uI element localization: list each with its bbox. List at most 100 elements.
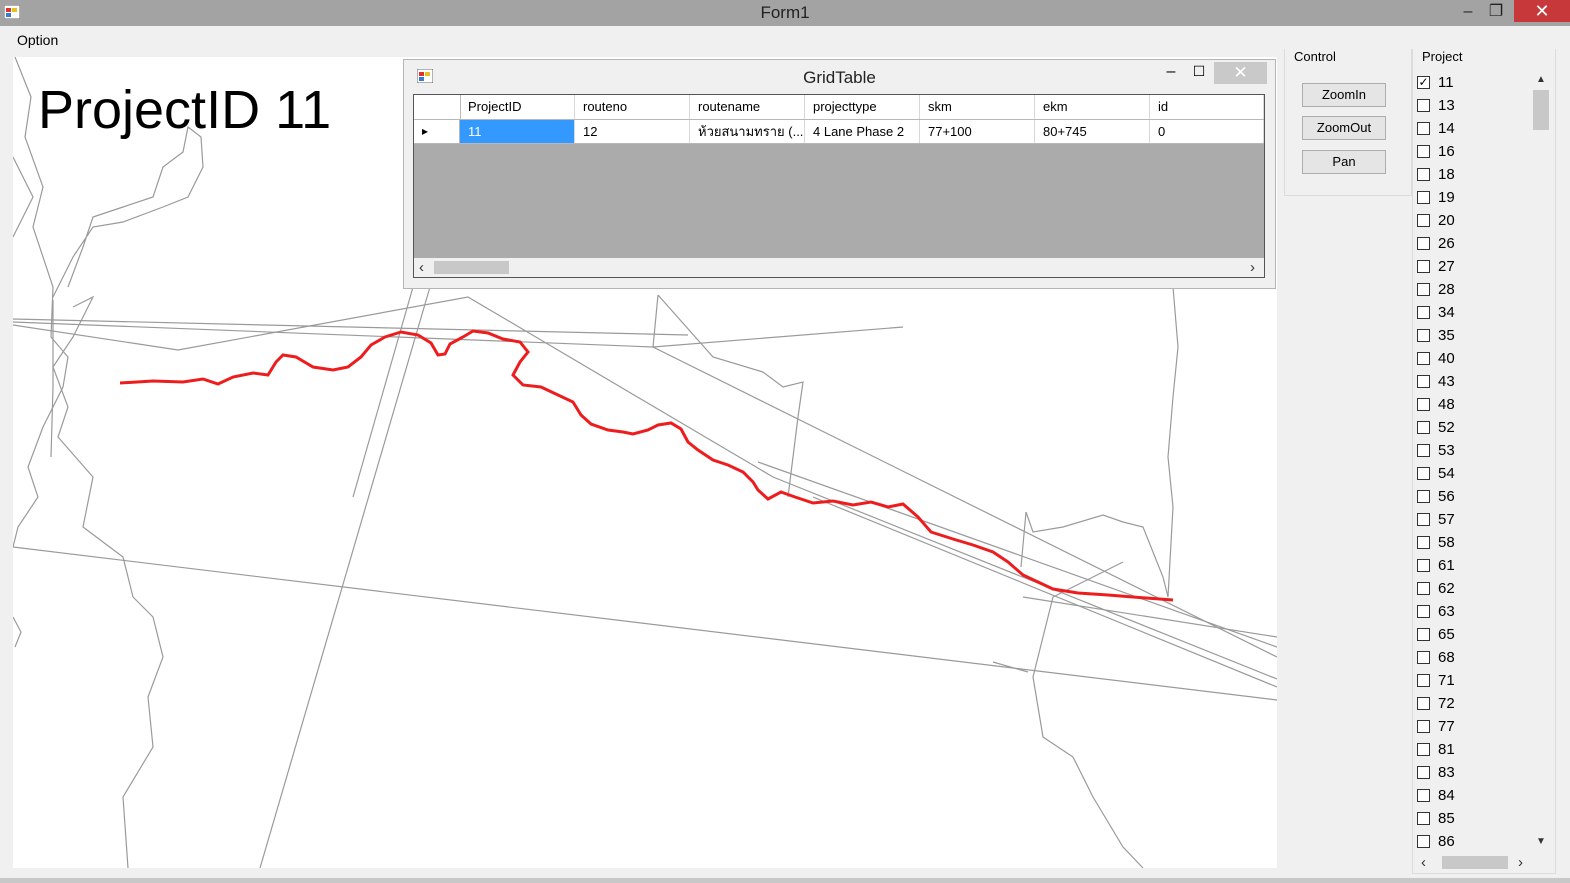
gridtable-minimize-button[interactable]: – — [1162, 63, 1180, 83]
pan-button[interactable]: Pan — [1302, 150, 1386, 174]
project-item-48[interactable]: 48 — [1416, 394, 1526, 416]
data-grid[interactable]: ProjectID routeno routename projecttype … — [413, 94, 1265, 278]
project-item-63[interactable]: 63 — [1416, 601, 1526, 623]
checkbox[interactable]: ✓ — [1417, 76, 1430, 89]
project-item-40[interactable]: 40 — [1416, 348, 1526, 370]
gridtable-maximize-button[interactable]: ☐ — [1190, 63, 1208, 83]
column-header[interactable]: routename — [690, 95, 805, 119]
checkbox[interactable] — [1417, 421, 1430, 434]
checkbox[interactable] — [1417, 513, 1430, 526]
checkbox[interactable] — [1417, 628, 1430, 641]
project-item-65[interactable]: 65 — [1416, 624, 1526, 646]
table-row[interactable]: ▸ 11 12 ห้วยสนามทราย (... 4 Lane Phase 2… — [414, 120, 1264, 144]
project-item-68[interactable]: 68 — [1416, 647, 1526, 669]
checkbox[interactable] — [1417, 283, 1430, 296]
project-item-61[interactable]: 61 — [1416, 555, 1526, 577]
scroll-right-icon[interactable]: › — [1518, 854, 1523, 871]
checkbox[interactable] — [1417, 444, 1430, 457]
column-header[interactable]: id — [1150, 95, 1264, 119]
zoom-out-button[interactable]: ZoomOut — [1302, 116, 1386, 140]
checkbox[interactable] — [1417, 559, 1430, 572]
project-item-11[interactable]: ✓ 11 — [1416, 72, 1526, 94]
checkbox[interactable] — [1417, 743, 1430, 756]
project-item-26[interactable]: 26 — [1416, 233, 1526, 255]
gridtable-close-button[interactable]: ✕ — [1214, 62, 1267, 84]
project-item-16[interactable]: 16 — [1416, 141, 1526, 163]
checkbox[interactable] — [1417, 651, 1430, 664]
row-pointer[interactable]: ▸ — [414, 120, 460, 143]
table-cell[interactable]: 77+100 — [920, 120, 1035, 143]
project-item-85[interactable]: 85 — [1416, 808, 1526, 830]
column-header[interactable]: projecttype — [805, 95, 920, 119]
project-item-72[interactable]: 72 — [1416, 693, 1526, 715]
project-horizontal-scrollbar[interactable]: ‹ › — [1416, 853, 1530, 872]
scroll-up-icon[interactable]: ▲ — [1536, 74, 1546, 85]
column-header[interactable]: ProjectID — [460, 95, 575, 119]
scroll-thumb[interactable] — [434, 261, 509, 274]
column-header[interactable]: ekm — [1035, 95, 1150, 119]
project-item-43[interactable]: 43 — [1416, 371, 1526, 393]
scroll-left-icon[interactable]: ‹ — [419, 259, 424, 276]
checkbox[interactable] — [1417, 697, 1430, 710]
project-item-20[interactable]: 20 — [1416, 210, 1526, 232]
project-item-86[interactable]: 86 — [1416, 831, 1526, 852]
scroll-thumb[interactable] — [1442, 856, 1508, 869]
project-item-83[interactable]: 83 — [1416, 762, 1526, 784]
project-item-84[interactable]: 84 — [1416, 785, 1526, 807]
checkbox[interactable] — [1417, 766, 1430, 779]
project-item-19[interactable]: 19 — [1416, 187, 1526, 209]
checkbox[interactable] — [1417, 812, 1430, 825]
minimize-button[interactable]: – — [1454, 0, 1482, 24]
checkbox[interactable] — [1417, 122, 1430, 135]
checkbox[interactable] — [1417, 191, 1430, 204]
table-cell[interactable]: 0 — [1150, 120, 1264, 143]
checkbox[interactable] — [1417, 145, 1430, 158]
project-item-52[interactable]: 52 — [1416, 417, 1526, 439]
checkbox[interactable] — [1417, 329, 1430, 342]
project-item-27[interactable]: 27 — [1416, 256, 1526, 278]
checkbox[interactable] — [1417, 352, 1430, 365]
checkbox[interactable] — [1417, 306, 1430, 319]
project-item-53[interactable]: 53 — [1416, 440, 1526, 462]
project-item-13[interactable]: 13 — [1416, 95, 1526, 117]
project-item-18[interactable]: 18 — [1416, 164, 1526, 186]
table-cell[interactable]: ห้วยสนามทราย (... — [690, 120, 805, 143]
project-item-54[interactable]: 54 — [1416, 463, 1526, 485]
scroll-left-icon[interactable]: ‹ — [1421, 854, 1426, 871]
project-item-57[interactable]: 57 — [1416, 509, 1526, 531]
grid-horizontal-scrollbar[interactable]: ‹ › — [414, 258, 1264, 277]
checkbox[interactable] — [1417, 835, 1430, 848]
project-item-62[interactable]: 62 — [1416, 578, 1526, 600]
project-item-28[interactable]: 28 — [1416, 279, 1526, 301]
checkbox[interactable] — [1417, 99, 1430, 112]
column-header[interactable]: routeno — [575, 95, 690, 119]
project-item-56[interactable]: 56 — [1416, 486, 1526, 508]
checkbox[interactable] — [1417, 168, 1430, 181]
close-button[interactable]: ✕ — [1514, 0, 1570, 22]
scroll-down-icon[interactable]: ▼ — [1536, 836, 1546, 847]
restore-button[interactable]: ❐ — [1482, 0, 1510, 24]
column-header[interactable]: skm — [920, 95, 1035, 119]
table-cell[interactable]: 11 — [460, 120, 575, 143]
table-cell[interactable]: 12 — [575, 120, 690, 143]
checkbox[interactable] — [1417, 467, 1430, 480]
zoom-in-button[interactable]: ZoomIn — [1302, 83, 1386, 107]
project-item-77[interactable]: 77 — [1416, 716, 1526, 738]
checkbox[interactable] — [1417, 237, 1430, 250]
scroll-right-icon[interactable]: › — [1250, 259, 1255, 276]
project-item-58[interactable]: 58 — [1416, 532, 1526, 554]
project-item-71[interactable]: 71 — [1416, 670, 1526, 692]
checkbox[interactable] — [1417, 605, 1430, 618]
project-item-34[interactable]: 34 — [1416, 302, 1526, 324]
checkbox[interactable] — [1417, 260, 1430, 273]
table-cell[interactable]: 80+745 — [1035, 120, 1150, 143]
checkbox[interactable] — [1417, 214, 1430, 227]
table-cell[interactable]: 4 Lane Phase 2 — [805, 120, 920, 143]
scroll-thumb[interactable] — [1533, 90, 1549, 130]
checkbox[interactable] — [1417, 536, 1430, 549]
checkbox[interactable] — [1417, 789, 1430, 802]
checkbox[interactable] — [1417, 674, 1430, 687]
checkbox[interactable] — [1417, 375, 1430, 388]
checkbox[interactable] — [1417, 490, 1430, 503]
project-vertical-scrollbar[interactable]: ▲ ▼ — [1530, 72, 1552, 852]
